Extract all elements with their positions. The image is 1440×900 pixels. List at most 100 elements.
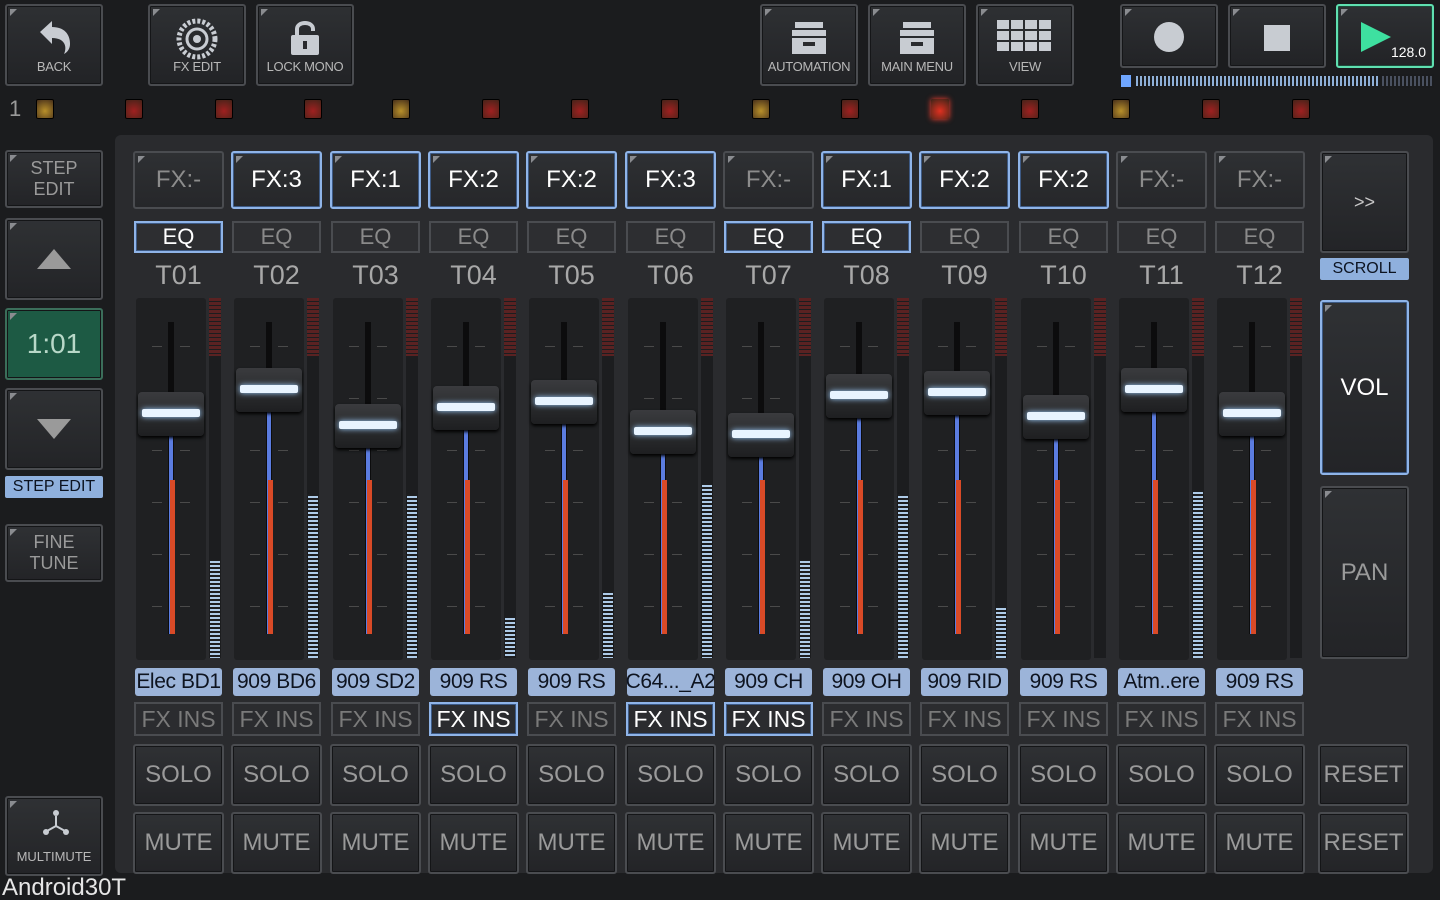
pattern-led-1[interactable] [36, 99, 54, 119]
instrument-name-3[interactable]: 909 SD2 [332, 668, 419, 696]
instrument-name-9[interactable]: 909 RID [921, 668, 1008, 696]
fader-handle-11[interactable] [1121, 368, 1187, 412]
fader-handle-4[interactable] [433, 386, 499, 430]
solo-button-4[interactable]: SOLO [428, 744, 519, 806]
solo-button-11[interactable]: SOLO [1116, 744, 1207, 806]
fader-strip-2[interactable] [234, 298, 304, 660]
eq-button-7[interactable]: EQ [724, 221, 813, 253]
pattern-led-10[interactable] [841, 99, 859, 119]
mute-button-12[interactable]: MUTE [1214, 812, 1305, 874]
fader-handle-2[interactable] [236, 368, 302, 412]
fx-ins-button-4[interactable]: FX INS [429, 702, 518, 736]
solo-button-12[interactable]: SOLO [1214, 744, 1305, 806]
mute-button-9[interactable]: MUTE [919, 812, 1010, 874]
pattern-led-15[interactable] [1292, 99, 1310, 119]
fader-strip-4[interactable] [431, 298, 501, 660]
fader-strip-8[interactable] [824, 298, 894, 660]
play-button[interactable]: 128.0 [1336, 4, 1434, 68]
instrument-name-7[interactable]: 909 CH [725, 668, 812, 696]
fx-ins-button-7[interactable]: FX INS [724, 702, 813, 736]
fx-send-button-4[interactable]: FX:2 [428, 151, 519, 209]
mute-button-4[interactable]: MUTE [428, 812, 519, 874]
fader-handle-5[interactable] [531, 380, 597, 424]
fx-send-button-5[interactable]: FX:2 [526, 151, 617, 209]
pattern-led-9[interactable] [752, 99, 770, 119]
back-button[interactable]: BACK [5, 4, 103, 86]
fader-strip-12[interactable] [1217, 298, 1287, 660]
fx-send-button-8[interactable]: FX:1 [821, 151, 912, 209]
fader-handle-6[interactable] [630, 410, 696, 454]
eq-button-3[interactable]: EQ [331, 221, 420, 253]
solo-button-7[interactable]: SOLO [723, 744, 814, 806]
instrument-name-1[interactable]: Elec BD1 [135, 668, 222, 696]
fader-strip-1[interactable] [136, 298, 206, 660]
scroll-right-button[interactable]: >> [1320, 151, 1409, 253]
fx-send-button-2[interactable]: FX:3 [231, 151, 322, 209]
fx-ins-button-11[interactable]: FX INS [1117, 702, 1206, 736]
fader-handle-12[interactable] [1219, 392, 1285, 436]
pattern-led-11[interactable] [931, 99, 949, 119]
solo-button-10[interactable]: SOLO [1018, 744, 1109, 806]
eq-button-6[interactable]: EQ [626, 221, 715, 253]
instrument-name-12[interactable]: 909 RS [1216, 668, 1303, 696]
fader-strip-7[interactable] [726, 298, 796, 660]
pattern-led-2[interactable] [125, 99, 143, 119]
fx-send-button-1[interactable]: FX:- [133, 151, 224, 209]
fader-handle-10[interactable] [1023, 395, 1089, 439]
pattern-led-7[interactable] [571, 99, 589, 119]
solo-button-2[interactable]: SOLO [231, 744, 322, 806]
fx-ins-button-12[interactable]: FX INS [1215, 702, 1304, 736]
fx-send-button-3[interactable]: FX:1 [330, 151, 421, 209]
mute-button-7[interactable]: MUTE [723, 812, 814, 874]
song-position-bar[interactable] [1120, 74, 1434, 88]
pattern-led-5[interactable] [392, 99, 410, 119]
instrument-name-4[interactable]: 909 RS [430, 668, 517, 696]
solo-button-8[interactable]: SOLO [821, 744, 912, 806]
mute-button-10[interactable]: MUTE [1018, 812, 1109, 874]
solo-button-3[interactable]: SOLO [330, 744, 421, 806]
automation-button[interactable]: AUTOMATION [760, 4, 858, 86]
fader-handle-8[interactable] [826, 374, 892, 418]
fader-strip-11[interactable] [1119, 298, 1189, 660]
step-up-button[interactable] [5, 218, 103, 300]
instrument-name-2[interactable]: 909 BD6 [233, 668, 320, 696]
pattern-led-12[interactable] [1021, 99, 1039, 119]
fx-send-button-10[interactable]: FX:2 [1018, 151, 1109, 209]
solo-button-9[interactable]: SOLO [919, 744, 1010, 806]
eq-button-4[interactable]: EQ [429, 221, 518, 253]
eq-button-8[interactable]: EQ [822, 221, 911, 253]
fader-strip-5[interactable] [529, 298, 599, 660]
stop-button[interactable] [1228, 4, 1326, 68]
fx-send-button-6[interactable]: FX:3 [625, 151, 716, 209]
step-edit-button[interactable]: STEP EDIT [5, 150, 103, 208]
fader-strip-3[interactable] [333, 298, 403, 660]
fx-send-button-7[interactable]: FX:- [723, 151, 814, 209]
solo-button-6[interactable]: SOLO [625, 744, 716, 806]
record-button[interactable] [1120, 4, 1218, 68]
pattern-led-13[interactable] [1112, 99, 1130, 119]
pattern-led-6[interactable] [482, 99, 500, 119]
instrument-name-8[interactable]: 909 OH [823, 668, 910, 696]
step-down-button[interactable] [5, 388, 103, 470]
instrument-name-10[interactable]: 909 RS [1020, 668, 1107, 696]
pattern-led-14[interactable] [1202, 99, 1220, 119]
eq-button-2[interactable]: EQ [232, 221, 321, 253]
solo-button-1[interactable]: SOLO [133, 744, 224, 806]
mute-button-3[interactable]: MUTE [330, 812, 421, 874]
eq-button-11[interactable]: EQ [1117, 221, 1206, 253]
eq-button-1[interactable]: EQ [134, 221, 223, 253]
fx-send-button-9[interactable]: FX:2 [919, 151, 1010, 209]
fader-strip-6[interactable] [628, 298, 698, 660]
fx-ins-button-3[interactable]: FX INS [331, 702, 420, 736]
eq-button-9[interactable]: EQ [920, 221, 1009, 253]
eq-button-10[interactable]: EQ [1019, 221, 1108, 253]
fader-handle-3[interactable] [335, 404, 401, 448]
mute-button-1[interactable]: MUTE [133, 812, 224, 874]
fx-send-button-11[interactable]: FX:- [1116, 151, 1207, 209]
eq-button-12[interactable]: EQ [1215, 221, 1304, 253]
pattern-led-8[interactable] [661, 99, 679, 119]
pattern-led-3[interactable] [215, 99, 233, 119]
fx-send-button-12[interactable]: FX:- [1214, 151, 1305, 209]
fx-ins-button-6[interactable]: FX INS [626, 702, 715, 736]
pattern-led-4[interactable] [304, 99, 322, 119]
